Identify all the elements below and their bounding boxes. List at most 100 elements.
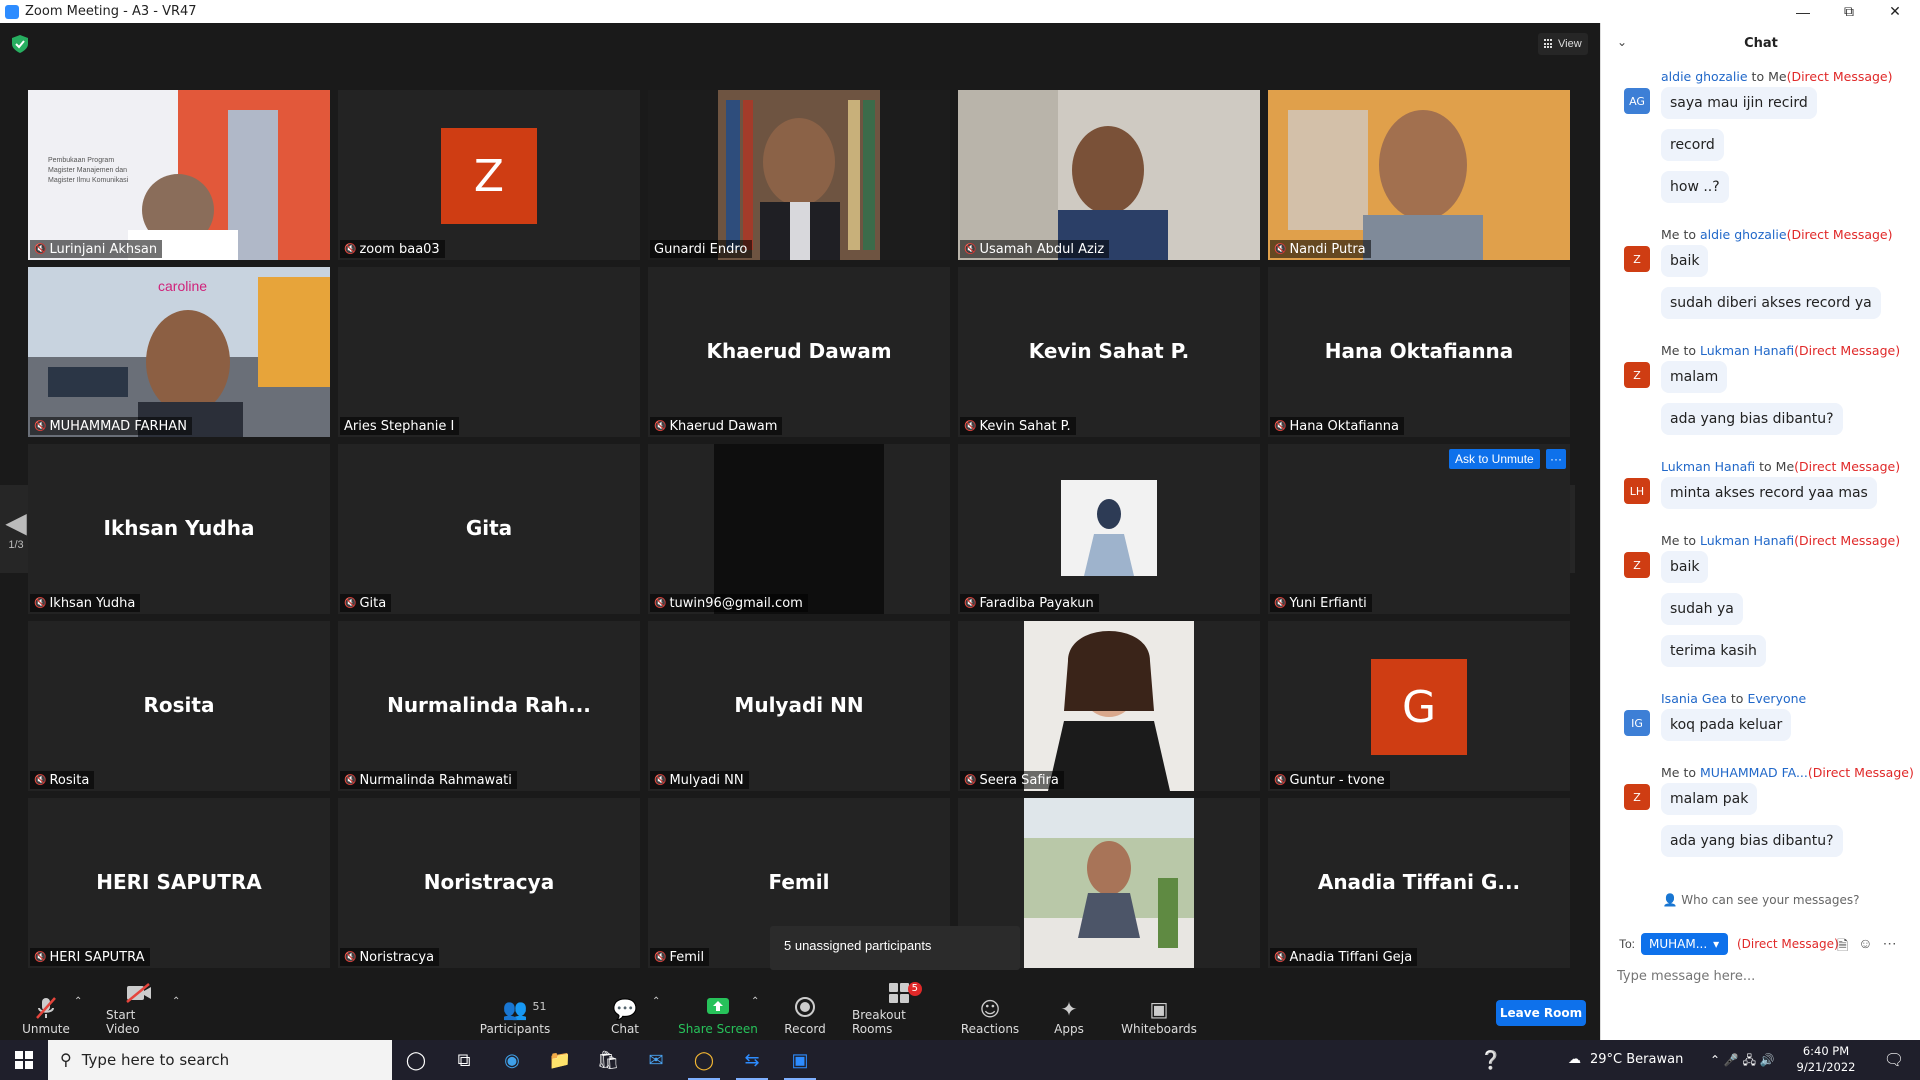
participant-tile[interactable]: 🔇 Nandi Putra	[1268, 90, 1570, 260]
help-icon[interactable]: ❔	[1467, 1040, 1515, 1080]
taskbar-clock[interactable]: 6:40 PM 9/21/2022	[1796, 1043, 1856, 1075]
edge-icon[interactable]: ◉	[488, 1040, 536, 1080]
chat-message[interactable]: sudah diberi akses record ya	[1661, 287, 1881, 319]
participant-tile[interactable]: Rosita 🔇 Rosita	[28, 621, 330, 791]
minimize-icon[interactable]: —	[1780, 0, 1826, 23]
participant-tile[interactable]: caroline 🔇 MUHAMMAD FARHAN	[28, 267, 330, 437]
participant-tile[interactable]: 🔇Gunardi Endro	[648, 90, 950, 260]
participant-tile[interactable]: 🔇 tuwin96@gmail.com	[648, 444, 950, 614]
participant-tile[interactable]: Noristracya 🔇 Noristracya	[338, 798, 640, 968]
participant-tile[interactable]: Anadia Tiffani G... 🔇 Anadia Tiffani Geja	[1268, 798, 1570, 968]
more-icon[interactable]: ⋯	[1883, 935, 1897, 959]
windows-start-button[interactable]	[0, 1040, 48, 1080]
gallery-view: Pembukaan Program Magister Manajemen dan M…	[28, 90, 1573, 970]
chat-message[interactable]: baik	[1661, 245, 1709, 277]
participant-display-name: Gita	[465, 516, 513, 540]
taskbar-search[interactable]: ⚲ Type here to search	[48, 1040, 392, 1080]
chat-message[interactable]: malam	[1661, 361, 1728, 393]
zoom-taskbar-icon[interactable]: ▣	[776, 1040, 824, 1080]
leave-room-button[interactable]: Leave Room	[1496, 1000, 1586, 1026]
participant-tile[interactable]: G 🔇 Guntur - tvone	[1268, 621, 1570, 791]
security-shield-icon[interactable]	[12, 35, 28, 53]
participant-name: HERI SAPUTRA	[49, 949, 145, 965]
chat-message[interactable]: minta akses record yaa mas	[1661, 477, 1877, 509]
chat-message-input[interactable]	[1617, 965, 1907, 987]
chrome-icon[interactable]: ◯	[680, 1040, 728, 1080]
participant-tile[interactable]: Nurmalinda Rah... 🔇 Nurmalinda Rahmawati	[338, 621, 640, 791]
who-can-see-link[interactable]: 👤 Who can see your messages?	[1601, 893, 1920, 915]
recipient-select[interactable]: MUHAM... ▾	[1641, 933, 1728, 955]
file-icon[interactable]: 🗎	[1837, 935, 1848, 959]
restore-icon[interactable]: ⧉	[1826, 0, 1872, 23]
chat-message[interactable]: ada yang bias dibantu?	[1661, 825, 1843, 857]
file-explorer-icon[interactable]: 📁	[536, 1040, 584, 1080]
message-sender: Me	[1661, 765, 1680, 780]
tray-icons[interactable]: ⌃ 🎤 🖧 🔊	[1710, 1051, 1775, 1072]
weather-status[interactable]: 29°C Berawan	[1590, 1052, 1683, 1067]
teamviewer-icon[interactable]: ⇆	[728, 1040, 776, 1080]
video-options-caret-icon[interactable]: ⌃	[172, 996, 180, 1007]
close-icon[interactable]: ✕	[1872, 0, 1918, 23]
task-view-icon[interactable]: ⧉	[440, 1040, 488, 1080]
notifications-icon[interactable]: 🗨	[1870, 1040, 1918, 1080]
reactions-button[interactable]: ☺ Reactions	[961, 990, 1019, 1040]
share-options-caret-icon[interactable]: ⌃	[751, 996, 759, 1007]
participant-name-label: 🔇 Rosita	[30, 771, 95, 789]
cortana-icon[interactable]: ◯	[392, 1040, 440, 1080]
unmute-button[interactable]: Unmute	[18, 990, 74, 1040]
participant-name-label: 🔇 Nandi Putra	[1270, 240, 1371, 258]
share-screen-button[interactable]: Share Screen	[678, 990, 758, 1040]
chat-messages[interactable]: aldie ghozalie to Me(Direct Message) AG sa…	[1601, 69, 1920, 889]
participant-tile[interactable]: 🔇Aries Stephanie I	[338, 267, 640, 437]
ask-to-unmute-button[interactable]: Ask to Unmute	[1449, 449, 1540, 469]
mic-muted-icon: 🔇	[654, 597, 667, 609]
more-options-button[interactable]: ···	[1546, 449, 1566, 469]
breakout-rooms-button[interactable]: 5 Breakout Rooms	[852, 982, 946, 1040]
participant-tile[interactable]: 🔇 Faradiba Payakun	[958, 444, 1260, 614]
participant-tile[interactable]: Mulyadi NN 🔇 Mulyadi NN	[648, 621, 950, 791]
participant-tile[interactable]: HERI SAPUTRA 🔇 HERI SAPUTRA	[28, 798, 330, 968]
start-video-button[interactable]: Start Video	[106, 983, 172, 1040]
audio-options-caret-icon[interactable]: ⌃	[74, 996, 82, 1007]
to-word: to	[1679, 765, 1700, 780]
participant-tile[interactable]: Pembukaan Program Magister Manajemen dan M…	[28, 90, 330, 260]
view-button[interactable]: View	[1538, 33, 1588, 55]
mic-muted-icon: 🔇	[654, 774, 667, 786]
participant-tile[interactable]: Gita 🔇 Gita	[338, 444, 640, 614]
mic-muted-icon: 🔇	[964, 774, 977, 786]
participants-button[interactable]: 👥 51 Participants	[480, 990, 551, 1040]
participant-name: zoom baa03	[359, 241, 440, 257]
grid-view-icon	[1544, 39, 1554, 49]
chat-message[interactable]: saya mau ijin recird	[1661, 87, 1817, 119]
chat-message[interactable]: record	[1661, 129, 1724, 161]
chat-message[interactable]: baik	[1661, 551, 1709, 583]
participant-tile[interactable]: Kevin Sahat P. 🔇 Kevin Sahat P.	[958, 267, 1260, 437]
participant-tile[interactable]: Ikhsan Yudha 🔇 Ikhsan Yudha	[28, 444, 330, 614]
chat-message[interactable]: ada yang bias dibantu?	[1661, 403, 1843, 435]
participant-tile[interactable]: Khaerud Dawam 🔇 Khaerud Dawam	[648, 267, 950, 437]
record-button[interactable]: Record	[782, 990, 828, 1040]
chat-button[interactable]: 💬 Chat	[605, 990, 645, 1040]
apps-label: Apps	[1054, 1022, 1084, 1036]
chevron-down-icon[interactable]: ⌄	[1617, 35, 1627, 49]
participant-name: Ikhsan Yudha	[49, 595, 136, 611]
message-recipient: Me	[1768, 69, 1787, 84]
chat-message[interactable]: terima kasih	[1661, 635, 1766, 667]
chat-message[interactable]: koq pada keluar	[1661, 709, 1792, 741]
whiteboards-button[interactable]: ▣ Whiteboards	[1121, 990, 1197, 1040]
mail-icon[interactable]: ✉	[632, 1040, 680, 1080]
participant-tile[interactable]: 🔇 Yuni Erfianti	[1268, 444, 1570, 614]
message-header: aldie ghozalie to Me(Direct Message)	[1661, 69, 1893, 84]
participant-tile[interactable]: Z 🔇 zoom baa03	[338, 90, 640, 260]
chat-message[interactable]: how ..?	[1661, 171, 1729, 203]
apps-button[interactable]: ✦ Apps	[1052, 990, 1086, 1040]
chat-message[interactable]: sudah ya	[1661, 593, 1743, 625]
participant-tile[interactable]: Hana Oktafianna 🔇 Hana Oktafianna	[1268, 267, 1570, 437]
store-icon[interactable]: 🛍	[584, 1040, 632, 1080]
participant-display-name: Kevin Sahat P.	[1028, 339, 1190, 363]
chat-message[interactable]: malam pak	[1661, 783, 1758, 815]
participant-tile[interactable]: 🔇 Seera Safira	[958, 621, 1260, 791]
participant-tile[interactable]: 🔇 Usamah Abdul Aziz	[958, 90, 1260, 260]
emoji-icon[interactable]: ☺	[1858, 935, 1872, 959]
chat-options-caret-icon[interactable]: ⌃	[652, 996, 660, 1007]
